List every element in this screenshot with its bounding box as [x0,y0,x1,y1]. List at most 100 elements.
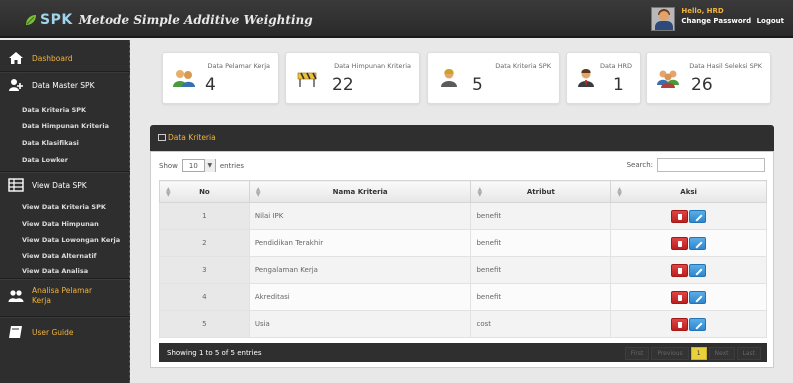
app-logo[interactable]: SPK Metode Simple Additive Weighting [24,12,313,28]
column-header-aksi[interactable]: ▲ ▼ Aksi [610,180,767,203]
pager-last[interactable]: Last [736,347,761,360]
cell-nama: Akreditasi [248,283,472,311]
stat-label: Data Hasil Seleksi SPK [689,62,762,70]
edit-button[interactable] [689,317,707,331]
cell-atribut: benefit [470,229,612,257]
stat-card-hrd[interactable]: Data HRD 1 [566,52,641,104]
pager-previous[interactable]: Previous [651,347,689,360]
entries-value: 10 [188,161,198,170]
book-icon [9,326,22,338]
table-row: 3 Pengalaman Kerja benefit [159,256,767,284]
group-stat-icon [657,70,679,88]
sidebar-item-guide[interactable]: User Guide [0,324,82,340]
sidebar-label-analisa-2: Kerja [32,296,51,305]
sidebar-subitem-klasifikasi[interactable]: Data Klasifikasi [22,139,79,147]
show-label: Show [159,161,178,170]
stat-label: Data Himpunan Kriteria [334,62,411,70]
table-footer: Showing 1 to 5 of 5 entries First Previo… [159,343,767,362]
entries-info: Showing 1 to 5 of 5 entries [167,349,262,357]
delete-button[interactable] [671,317,689,331]
sidebar-subitem-view-analisa[interactable]: View Data Analisa [22,267,88,275]
column-header-no[interactable]: ▲ ▼ No [159,180,250,203]
stat-label: Data Pelamar Kerja [207,62,270,70]
stat-value: 4 [205,75,216,95]
stat-value: 1 [613,75,624,95]
sidebar-subitem-view-lowongan[interactable]: View Data Lowongan Kerja [22,236,120,244]
cell-atribut: benefit [470,256,612,284]
table-icon [8,178,24,192]
edit-button[interactable] [689,236,707,250]
panel-header: Data Kriteria [150,125,774,151]
home-icon [9,52,23,64]
sidebar-item-master[interactable]: Data Master SPK [0,77,103,93]
cell-aksi [610,202,767,230]
delete-button[interactable] [671,290,689,304]
panel-title: Data Kriteria [168,133,216,142]
stat-value: 22 [332,75,354,95]
logo-subtitle: Metode Simple Additive Weighting [78,13,313,27]
entries-select[interactable]: 10 ▼ [181,159,216,172]
stat-card-pelamar[interactable]: Data Pelamar Kerja 4 [162,52,279,104]
sidebar-subitem-kriteria[interactable]: Data Kriteria SPK [22,106,86,114]
cell-no: 3 [159,256,250,284]
cell-nama: Usia [248,310,472,338]
sidebar-subitem-view-himpunan[interactable]: View Data Himpunan [22,220,99,228]
pager-next[interactable]: Next [708,347,735,360]
cell-no: 4 [159,283,250,311]
criteria-table: ▲ ▼ No ▲ ▼ Nama Kriteria ▲ ▼ Atribut ▲ ▼ Aksi 1 … [159,180,767,338]
pager-first[interactable]: First [624,347,650,360]
cell-aksi [610,310,767,338]
delete-button[interactable] [671,209,689,223]
edit-button[interactable] [689,263,707,277]
hrd-stat-icon [578,69,594,87]
sidebar-subitem-lowker[interactable]: Data Lowker [22,156,68,164]
stat-value: 5 [472,75,483,95]
stat-value: 26 [691,75,713,95]
entries-label: entries [219,161,245,170]
sidebar-item-analisa[interactable]: Analisa Pelamar Kerja [0,284,100,308]
logout-link[interactable]: Logout [757,17,784,25]
search-input[interactable] [657,158,765,172]
sort-icon: ▲ ▼ [166,186,171,198]
table-row: 1 Nilai IPK benefit [159,202,767,230]
logo-leaf-icon [26,15,36,25]
cell-atribut: benefit [470,202,612,230]
table-header-row: ▲ ▼ No ▲ ▼ Nama Kriteria ▲ ▼ Atribut ▲ ▼ Aksi [159,180,767,203]
stat-label: Data Kriteria SPK [495,62,551,70]
sidebar-label-dashboard: Dashboard [32,53,73,63]
cell-aksi [610,229,767,257]
sidebar-subitem-view-alternatif[interactable]: View Data Alternatif [22,252,97,260]
top-bar: SPK Metode Simple Additive Weighting Hel… [0,0,793,38]
table-row: 5 Usia cost [159,310,767,338]
roadblock-icon [297,72,317,87]
sidebar-item-dashboard[interactable]: Dashboard [0,50,81,66]
edit-button[interactable] [689,209,707,223]
sidebar-label-analisa-1: Analisa Pelamar [32,286,93,295]
stat-card-kriteria[interactable]: Data Kriteria SPK 5 [427,52,560,104]
delete-button[interactable] [671,263,689,277]
sort-icon: ▲ ▼ [477,186,483,198]
sidebar-divider [0,278,130,280]
column-header-nama[interactable]: ▲ ▼ Nama Kriteria [248,180,472,203]
cell-atribut: benefit [470,283,612,311]
search-control: Search: [627,158,765,172]
pager-current[interactable]: 1 [690,347,707,360]
table-row: 4 Akreditasi benefit [159,283,767,311]
users-stat-icon [173,70,195,87]
stat-card-himpunan[interactable]: Data Himpunan Kriteria 22 [285,52,420,104]
sidebar-divider [0,71,130,73]
stat-label: Data HRD [600,62,632,70]
stat-card-hasil[interactable]: Data Hasil Seleksi SPK 26 [646,52,771,104]
cell-no: 5 [159,310,250,338]
sidebar-item-view[interactable]: View Data SPK [0,177,95,193]
sidebar-subitem-view-kriteria[interactable]: View Data Kriteria SPK [22,203,106,211]
sidebar-subitem-himpunan[interactable]: Data Himpunan Kriteria [22,122,109,130]
change-password-link[interactable]: Change Password [681,17,751,25]
entries-control: Show 10 ▼ entries [159,159,244,172]
column-header-atribut[interactable]: ▲ ▼ Atribut [470,180,612,203]
sidebar-label-view: View Data SPK [32,180,87,190]
pagination: First Previous 1 Next Last [623,347,761,360]
cell-atribut: cost [470,310,612,338]
edit-button[interactable] [689,290,707,304]
delete-button[interactable] [671,236,689,250]
